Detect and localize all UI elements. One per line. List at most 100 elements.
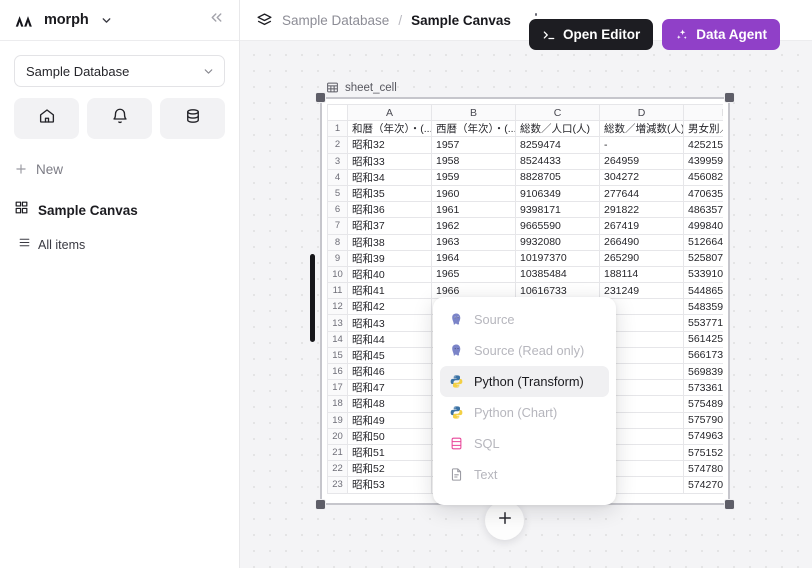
cell[interactable]: 1960 [431, 184, 516, 203]
cell[interactable]: 昭和46 [347, 362, 432, 381]
cell[interactable]: 304272 [599, 168, 684, 186]
cell[interactable]: 265290 [599, 249, 684, 267]
row-number[interactable]: 21 [327, 443, 348, 462]
cell[interactable]: 4399593 [683, 152, 723, 170]
cell[interactable]: 4863570 [683, 201, 723, 219]
row-number[interactable]: 23 [327, 476, 348, 494]
cell[interactable]: 5754890 [683, 395, 723, 413]
cell[interactable]: 昭和51 [347, 443, 432, 462]
cell[interactable]: 昭和48 [347, 395, 432, 413]
row-number[interactable]: 15 [327, 346, 348, 365]
cell[interactable]: 5751520 [683, 443, 723, 462]
resize-handle-top-left[interactable] [315, 92, 326, 103]
cell[interactable]: 昭和49 [347, 411, 432, 429]
table-row[interactable]: 10昭和40196510385484188114533910981032 [327, 265, 723, 284]
cell[interactable]: 5733611 [683, 379, 723, 397]
sidebar-item-all-items[interactable]: All items [0, 235, 239, 255]
menu-item-source-read-only[interactable]: Source (Read only) [440, 335, 609, 366]
cell[interactable]: 1964 [431, 249, 516, 267]
cell[interactable]: 昭和37 [347, 217, 432, 235]
column-header-d[interactable]: D [599, 104, 684, 122]
cell[interactable]: 5757906 [683, 411, 723, 429]
row-number[interactable]: 16 [327, 362, 348, 381]
menu-item-sql[interactable]: SQL [440, 428, 609, 459]
row-number[interactable]: 2 [327, 136, 348, 154]
cell[interactable]: 昭和47 [347, 379, 432, 397]
cell[interactable]: 1957 [431, 136, 516, 154]
cell[interactable]: 4998400 [683, 217, 723, 235]
column-header-c[interactable]: C [515, 104, 600, 122]
row-number[interactable]: 19 [327, 411, 348, 429]
canvas-vertical-scrollbar[interactable] [310, 254, 315, 342]
cell[interactable]: 5126640 [683, 233, 723, 251]
cell[interactable]: 5749636 [683, 427, 723, 445]
cell[interactable]: 8524433 [515, 152, 600, 170]
cell[interactable]: 昭和38 [347, 233, 432, 251]
cell[interactable]: 291822 [599, 201, 684, 219]
table-row[interactable]: 4昭和34195988287053042724560824161231 [327, 168, 723, 186]
row-number[interactable]: 8 [327, 233, 348, 251]
table-row[interactable]: 1 和暦（年次）・(... 西暦（年次）・(... 総数／人口(人) 総数／増減… [327, 120, 723, 138]
breadcrumb-current[interactable]: Sample Canvas [411, 13, 511, 28]
cell[interactable]: 昭和52 [347, 460, 432, 478]
cell[interactable]: 8828705 [515, 168, 600, 186]
row-number[interactable]: 6 [327, 201, 348, 219]
cell[interactable]: 1962 [431, 217, 516, 235]
collapse-sidebar-button[interactable] [205, 9, 227, 31]
cell[interactable]: 昭和45 [347, 346, 432, 365]
cell[interactable]: 9665590 [515, 217, 600, 235]
row-number[interactable]: 18 [327, 395, 348, 413]
menu-item-source[interactable]: Source [440, 304, 609, 335]
cell[interactable]: 昭和50 [347, 427, 432, 445]
row-number[interactable]: 11 [327, 282, 348, 300]
table-row[interactable]: 7昭和37196296655902674194998400134830 [327, 217, 723, 235]
cell[interactable]: 4252152 [683, 136, 723, 154]
cell[interactable]: 5747803 [683, 460, 723, 478]
resize-handle-bottom-right[interactable] [724, 499, 735, 510]
cell[interactable]: 4706355 [683, 184, 723, 203]
cell[interactable]: 10385484 [515, 265, 600, 284]
row-number[interactable]: 22 [327, 460, 348, 478]
cell[interactable]: 5483591 [683, 298, 723, 316]
row-number[interactable]: 1 [327, 120, 348, 138]
cell[interactable]: - [599, 136, 684, 154]
cell[interactable]: 男女別／男／人... [683, 120, 723, 138]
cell[interactable]: 5537715 [683, 314, 723, 332]
cell[interactable]: 昭和43 [347, 314, 432, 332]
workspace-switcher[interactable]: morph [14, 10, 113, 31]
cell[interactable]: 昭和35 [347, 184, 432, 203]
column-header-e[interactable]: E [683, 104, 723, 122]
cell[interactable]: 5448650 [683, 282, 723, 300]
cell[interactable]: 264959 [599, 152, 684, 170]
row-number[interactable]: 20 [327, 427, 348, 445]
cell[interactable]: 267419 [599, 217, 684, 235]
row-number[interactable]: 14 [327, 330, 348, 348]
table-row[interactable]: 6昭和36196193981712918224863570157215 [327, 201, 723, 219]
table-row[interactable]: 2昭和3219578259474-4252152- [327, 136, 723, 154]
cell[interactable]: 231249 [599, 282, 684, 300]
sidebar-notifications-button[interactable] [87, 98, 152, 139]
cell[interactable]: 昭和39 [347, 249, 432, 267]
row-number[interactable]: 10 [327, 265, 348, 284]
cell[interactable]: 昭和32 [347, 136, 432, 154]
sidebar-item-sample-canvas[interactable]: Sample Canvas [0, 198, 239, 222]
cell[interactable]: 西暦（年次）・(... [431, 120, 516, 138]
row-number[interactable]: 17 [327, 379, 348, 397]
cell[interactable]: 9106349 [515, 184, 600, 203]
canvas[interactable]: sheet_cell A B C D 1 和暦（年次）・(... 西暦（年次）・… [240, 41, 812, 568]
data-agent-button[interactable]: Data Agent [662, 19, 780, 50]
cell[interactable]: 188114 [599, 265, 684, 284]
cell[interactable]: 5339109 [683, 265, 723, 284]
cell[interactable]: 266490 [599, 233, 684, 251]
cell[interactable]: 5614252 [683, 330, 723, 348]
cell[interactable]: 1963 [431, 233, 516, 251]
resize-handle-bottom-left[interactable] [315, 499, 326, 510]
table-row[interactable]: 5昭和35196091063492776444706355145531 [327, 184, 723, 203]
add-cell-type-menu[interactable]: Source Source (Read only) Python (Transf… [433, 297, 616, 505]
cell[interactable]: 和暦（年次）・(... [347, 120, 432, 138]
cell[interactable]: 4560824 [683, 168, 723, 186]
cell[interactable]: 5258077 [683, 249, 723, 267]
row-number[interactable]: 13 [327, 314, 348, 332]
cell[interactable]: 9932080 [515, 233, 600, 251]
database-select[interactable]: Sample Database [14, 55, 225, 87]
